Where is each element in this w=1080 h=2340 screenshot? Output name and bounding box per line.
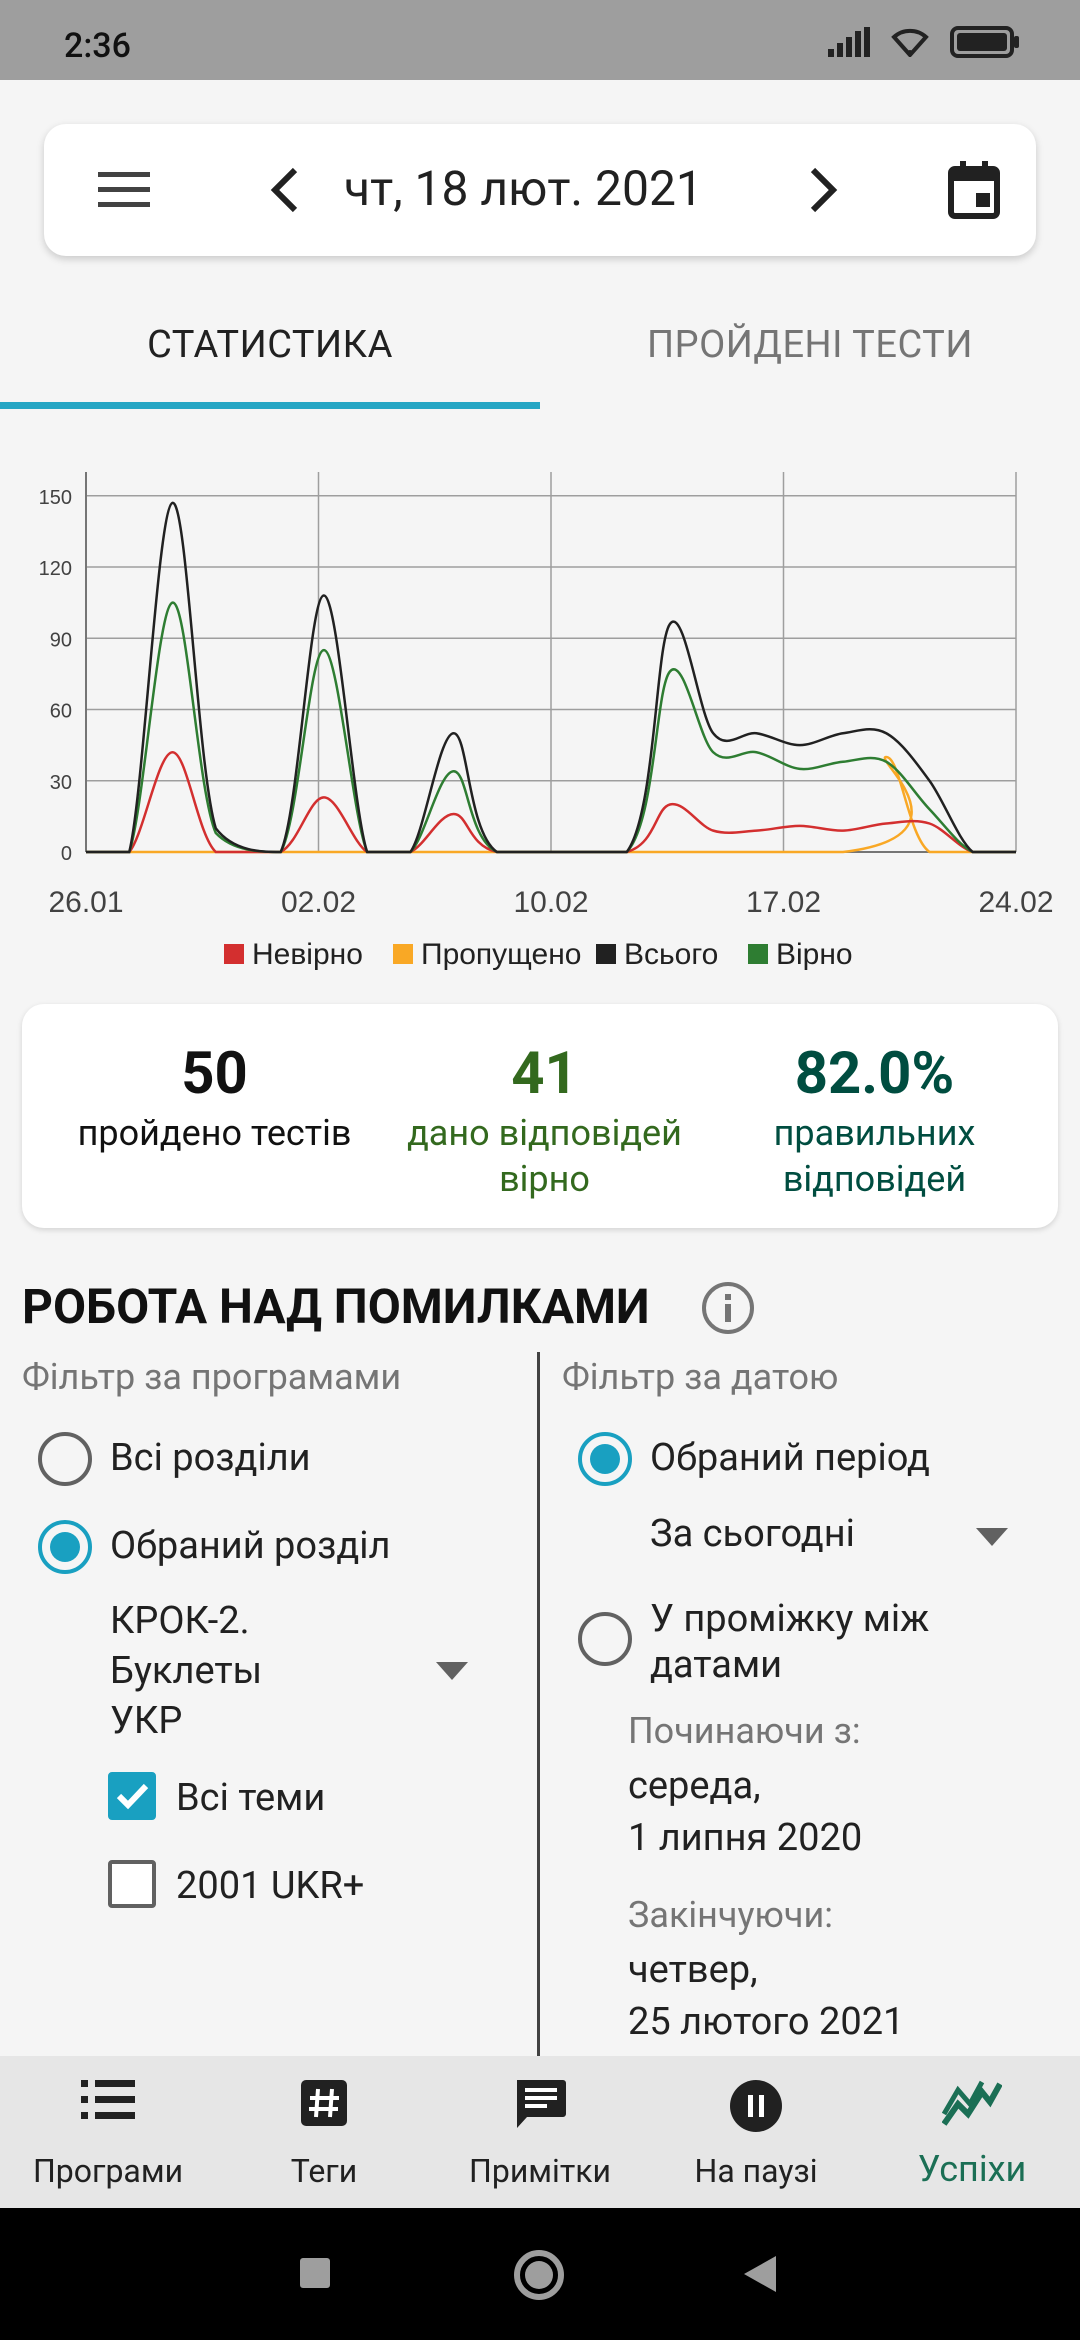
system-navigation [0,2208,1080,2340]
battery-icon [950,26,1019,58]
selected-period-label[interactable]: Обраний період [650,1436,930,1480]
legend-label: Пропущено [421,938,581,971]
nav-label: Успіхи [917,2148,1027,2190]
topic-label[interactable]: 2001 UKR+ [176,1864,364,1908]
radio-selected-section[interactable] [38,1520,92,1574]
prev-day-button[interactable] [244,124,324,256]
x-tick-label: 24.02 [978,886,1053,919]
filters-divider [537,1352,540,2057]
next-day-button[interactable] [784,124,864,256]
stat-label: дано відповідей вірно [407,1112,682,1200]
hashtag-icon [301,2080,347,2126]
x-tick-label: 10.02 [513,886,588,919]
stat-correct-answers: 41 дано відповідей вірно [372,1004,717,1202]
x-tick-label: 02.02 [281,886,356,919]
stat-tests-passed: 50 пройдено тестів [42,1004,387,1156]
y-tick-label: 120 [39,558,72,580]
status-icons [828,26,1020,58]
y-tick-label: 60 [50,701,72,723]
legend-label: Всього [624,938,718,971]
chart-icon [942,2080,1002,2126]
legend-label: Невірно [252,938,363,971]
recents-icon[interactable] [298,2256,332,2290]
back-icon[interactable] [742,2254,778,2294]
nav-label: Теги [290,2152,358,2190]
stat-value: 82.0% [794,1040,955,1108]
info-button[interactable] [700,1280,756,1340]
nav-programs[interactable]: Програми [0,2056,216,2208]
dropdown-arrow-icon[interactable] [976,1528,1008,1546]
stat-value: 41 [511,1040,578,1108]
stat-label: пройдено тестів [77,1112,352,1154]
status-bar: 2:36 [0,0,1080,80]
hamburger-icon [98,172,150,207]
to-label: Закінчуючи: [628,1894,834,1936]
home-icon[interactable] [512,2248,566,2302]
list-icon [81,2080,135,2119]
chevron-left-icon [270,167,298,213]
y-tick-label: 90 [50,629,72,651]
y-tick-label: 30 [50,772,72,794]
dropdown-arrow-icon[interactable] [436,1662,468,1680]
radio-all-sections[interactable] [38,1432,92,1486]
legend-swatch [596,944,616,964]
nav-achievements[interactable]: Успіхи [864,2056,1080,2208]
y-tick-label: 150 [39,487,72,509]
radio-date-range[interactable] [578,1612,632,1666]
to-date[interactable]: четвер, 25 лютого 2021 [628,1944,904,2048]
pause-icon [730,2080,782,2132]
date-toolbar: чт, 18 лют. 2021 [44,124,1036,256]
tabs: СТАТИСТИКА ПРОЙДЕНІ ТЕСТИ [0,300,1080,412]
stat-value: 50 [181,1040,248,1108]
nav-label: Програми [32,2152,184,2190]
nav-tags[interactable]: Теги [216,2056,432,2208]
calendar-button[interactable] [924,124,1024,256]
chevron-right-icon [810,167,838,213]
legend-swatch [748,944,768,964]
radio-selected-period[interactable] [578,1432,632,1486]
tab-statistics[interactable]: СТАТИСТИКА [0,300,540,412]
check-icon [116,1783,149,1810]
status-time: 2:36 [64,26,131,66]
selected-section-label[interactable]: Обраний розділ [110,1524,391,1568]
legend-swatch [393,944,413,964]
checkbox-topic[interactable] [108,1860,156,1908]
bottom-navigation: Програми Теги Примітки На паузі Успіхи [0,2056,1080,2208]
info-icon [702,1282,754,1334]
checkbox-all-topics[interactable] [108,1772,156,1820]
stats-card: 50 пройдено тестів 41 дано відповідей ві… [22,1004,1058,1228]
section-title: РОБОТА НАД ПОМИЛКАМИ [22,1278,650,1335]
chart-svg: 0 30 60 90 120 150 26.01 02.02 10.02 17.02 24.02 Не… [39,472,1054,971]
program-select[interactable]: КРОК-2. Буклеты УКР [110,1596,350,1746]
note-icon [517,2080,566,2128]
from-label: Починаючи з: [628,1710,861,1752]
tab-passed-tests[interactable]: ПРОЙДЕНІ ТЕСТИ [540,300,1080,412]
x-tick-label: 26.01 [48,886,123,919]
date-range-label[interactable]: У проміжку між датами [650,1596,990,1688]
all-sections-label[interactable]: Всі розділи [110,1436,311,1480]
legend-label: Вірно [776,938,853,971]
from-date[interactable]: середа, 1 липня 2020 [628,1760,862,1864]
nav-label: Примітки [469,2152,611,2190]
nav-paused[interactable]: На паузі [648,2056,864,2208]
legend-swatch [224,944,244,964]
y-tick-label: 0 [61,843,72,865]
program-filter-label: Фільтр за програмами [22,1356,402,1398]
period-select[interactable]: За сьогодні [650,1512,855,1556]
signal-icon [828,27,870,57]
calendar-icon [948,161,1000,219]
all-topics-label[interactable]: Всі теми [176,1776,325,1820]
statistics-chart: 0 30 60 90 120 150 26.01 02.02 10.02 17.02 24.02 Не… [0,460,1080,980]
nav-notes[interactable]: Примітки [432,2056,648,2208]
nav-label: На паузі [694,2152,818,2190]
stat-correct-percent: 82.0% правильних відповідей [702,1004,1047,1202]
menu-button[interactable] [74,124,174,256]
tab-indicator [0,402,540,409]
stat-label: правильних відповідей [773,1112,976,1200]
x-tick-label: 17.02 [746,886,821,919]
wifi-icon [891,28,929,57]
date-filter-label: Фільтр за датою [562,1356,839,1398]
current-date[interactable]: чт, 18 лют. 2021 [344,160,703,217]
